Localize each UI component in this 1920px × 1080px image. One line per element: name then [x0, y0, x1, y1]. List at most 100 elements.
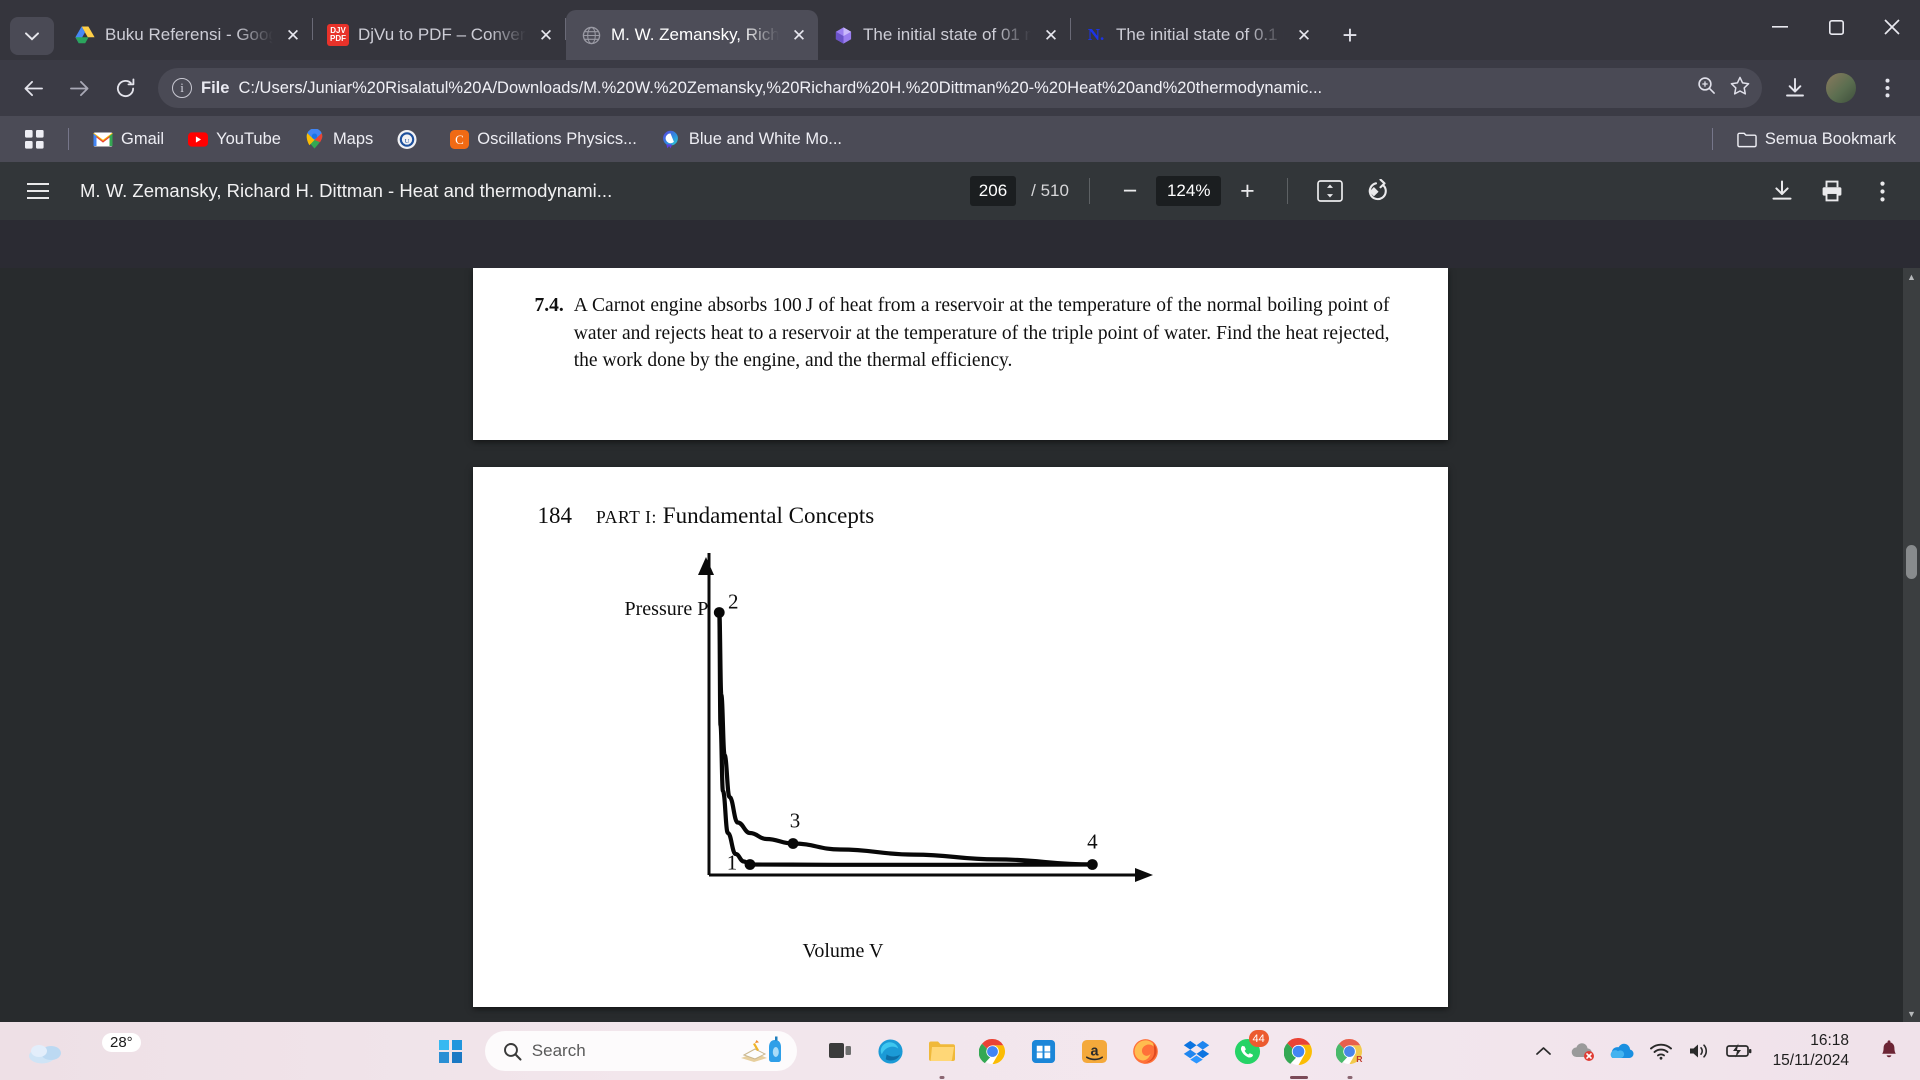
address-bar[interactable]: i File C:/Users/Juniar%20Risalatul%20A/D…	[158, 68, 1762, 108]
file-explorer-icon[interactable]	[920, 1029, 964, 1073]
bookmark-youtube[interactable]: YouTube	[178, 124, 291, 154]
taskbar-search[interactable]: Search	[484, 1031, 797, 1071]
browser-tab-2-active[interactable]: M. W. Zemansky, Richard ✕	[566, 10, 818, 60]
task-view-icon[interactable]	[818, 1029, 862, 1073]
zoom-level-value: 124%	[1155, 176, 1222, 206]
notification-bell-icon[interactable]	[1876, 1038, 1902, 1064]
pdf-more-button[interactable]	[1860, 169, 1904, 213]
cloud-sync-error-icon[interactable]	[1570, 1038, 1596, 1064]
notebook-pen-icon	[739, 1034, 791, 1069]
reload-button[interactable]	[104, 67, 146, 109]
page-number: 184	[537, 503, 573, 528]
browser-window: Buku Referensi - Google D ✕ DJVPDF DjVu …	[0, 0, 1920, 1080]
pdf-scrollbar[interactable]: ▲ ▼	[1903, 268, 1920, 1022]
whatsapp-icon[interactable]: 44	[1226, 1029, 1270, 1073]
chrome-icon[interactable]	[971, 1029, 1015, 1073]
chrome-beta-icon[interactable]: R	[1328, 1029, 1372, 1073]
browser-menu-button[interactable]	[1866, 67, 1908, 109]
pv-diagram-svg: 1 2 3 4	[697, 553, 1153, 882]
amazon-icon[interactable]: a	[1073, 1029, 1117, 1073]
bookmark-maps[interactable]: Maps	[295, 124, 383, 154]
scroll-down-arrow[interactable]: ▼	[1903, 1005, 1920, 1022]
tab-strip: Buku Referensi - Google D ✕ DJVPDF DjVu …	[0, 0, 1920, 60]
download-icon	[1772, 180, 1792, 200]
bookmark-separator-right	[1711, 128, 1713, 150]
battery-charging-icon[interactable]	[1725, 1038, 1752, 1064]
university-seal-icon: U	[397, 129, 417, 149]
bookmarks-bar: Gmail YouTube Maps U C Oscillations Phys…	[0, 116, 1920, 162]
browser-tab-4[interactable]: N. The initial state of 0.1 mo ✕	[1071, 10, 1323, 60]
pdf-sidebar-toggle[interactable]	[16, 169, 60, 213]
site-info-icon[interactable]: i	[172, 78, 192, 98]
rotate-button[interactable]	[1358, 169, 1402, 213]
svg-text:C: C	[455, 132, 464, 147]
minimize-button[interactable]	[1752, 0, 1808, 54]
browser-tab-0[interactable]: Buku Referensi - Google D ✕	[60, 10, 312, 60]
scroll-up-arrow[interactable]: ▲	[1903, 268, 1920, 285]
fit-page-icon	[1317, 180, 1344, 202]
chevron-down-icon	[25, 31, 39, 41]
tab-title: DjVu to PDF – Convert Dj	[358, 25, 526, 44]
google-maps-icon	[305, 129, 325, 149]
search-zoom-icon[interactable]	[1697, 76, 1716, 101]
volume-icon[interactable]	[1687, 1038, 1713, 1064]
clock-time: 16:18	[1810, 1031, 1849, 1049]
tab-close-button[interactable]: ✕	[1293, 24, 1315, 46]
folder-icon	[1737, 129, 1757, 149]
maximize-button[interactable]	[1808, 0, 1864, 54]
tab-title: M. W. Zemansky, Richard	[611, 25, 779, 44]
bookmark-blue-and-white-mo[interactable]: Blue and White Mo...	[651, 124, 852, 154]
wifi-icon[interactable]	[1648, 1038, 1674, 1064]
forward-button[interactable]	[58, 67, 100, 109]
tab-close-button[interactable]: ✕	[535, 24, 557, 46]
bookmark-gmail[interactable]: Gmail	[83, 124, 174, 154]
firefox-icon[interactable]	[1124, 1029, 1168, 1073]
zoom-out-button[interactable]: −	[1110, 171, 1150, 211]
clock-date: 15/11/2024	[1772, 1052, 1849, 1069]
print-icon	[1822, 180, 1842, 202]
weather-widget[interactable]: 28°	[0, 1032, 280, 1066]
pdf-viewport[interactable]: 7.4. A Carnot engine absorbs 100 J of he…	[0, 268, 1920, 1022]
back-button[interactable]	[12, 67, 54, 109]
show-hidden-icons-button[interactable]	[1531, 1038, 1557, 1064]
tab-close-button[interactable]: ✕	[788, 24, 810, 46]
all-bookmarks-button[interactable]: Semua Bookmark	[1727, 124, 1906, 154]
browser-tab-1[interactable]: DJVPDF DjVu to PDF – Convert Dj ✕	[313, 10, 565, 60]
dropbox-icon[interactable]	[1175, 1029, 1219, 1073]
taskbar-clock[interactable]: 16:18 15/11/2024	[1773, 1031, 1849, 1071]
close-button[interactable]	[1864, 0, 1920, 54]
scrollbar-thumb[interactable]	[1906, 545, 1917, 579]
bookmark-label: YouTube	[216, 129, 281, 148]
bookmark-star-icon[interactable]	[1730, 76, 1750, 101]
google-drive-icon	[74, 24, 96, 46]
taskbar-center: Search a 44 R	[280, 1029, 1531, 1073]
pdf-download-button[interactable]	[1760, 169, 1804, 213]
pdf-page-number-input[interactable]: 206	[969, 176, 1017, 206]
bookmark-university[interactable]: U	[387, 124, 435, 154]
apps-shortcut-button[interactable]	[14, 124, 54, 154]
pdf-print-button[interactable]	[1810, 169, 1854, 213]
onedrive-icon[interactable]	[1609, 1038, 1635, 1064]
downloads-button[interactable]	[1774, 67, 1816, 109]
pv-diagram-figure: Pressure P 1234 Volume V	[473, 545, 1448, 965]
tab-search-button[interactable]	[10, 17, 54, 55]
chrome-active-icon[interactable]	[1277, 1029, 1321, 1073]
profile-avatar[interactable]	[1820, 67, 1862, 109]
new-tab-button[interactable]: +	[1331, 16, 1369, 54]
tab-close-button[interactable]: ✕	[1040, 24, 1062, 46]
fit-page-button[interactable]	[1308, 169, 1352, 213]
microsoft-store-icon[interactable]	[1022, 1029, 1066, 1073]
windows-start-icon[interactable]	[438, 1039, 462, 1063]
tab-title: The initial state of 01 mo	[863, 25, 1031, 44]
tab-close-button[interactable]: ✕	[282, 24, 304, 46]
svg-text:4: 4	[1087, 830, 1098, 854]
bookmark-label: Maps	[332, 129, 374, 148]
canva-icon	[661, 129, 681, 149]
pdf-page-184: 184 PART I: Fundamental Concepts Pressur…	[472, 467, 1448, 1007]
toolbar-divider-2	[1287, 178, 1289, 204]
browser-tab-3[interactable]: The initial state of 01 mo ✕	[818, 10, 1070, 60]
svg-text:2: 2	[728, 590, 739, 614]
bookmark-oscillations-physics[interactable]: C Oscillations Physics...	[439, 124, 647, 154]
zoom-in-button[interactable]: +	[1227, 171, 1267, 211]
edge-copilot-icon[interactable]	[869, 1029, 913, 1073]
